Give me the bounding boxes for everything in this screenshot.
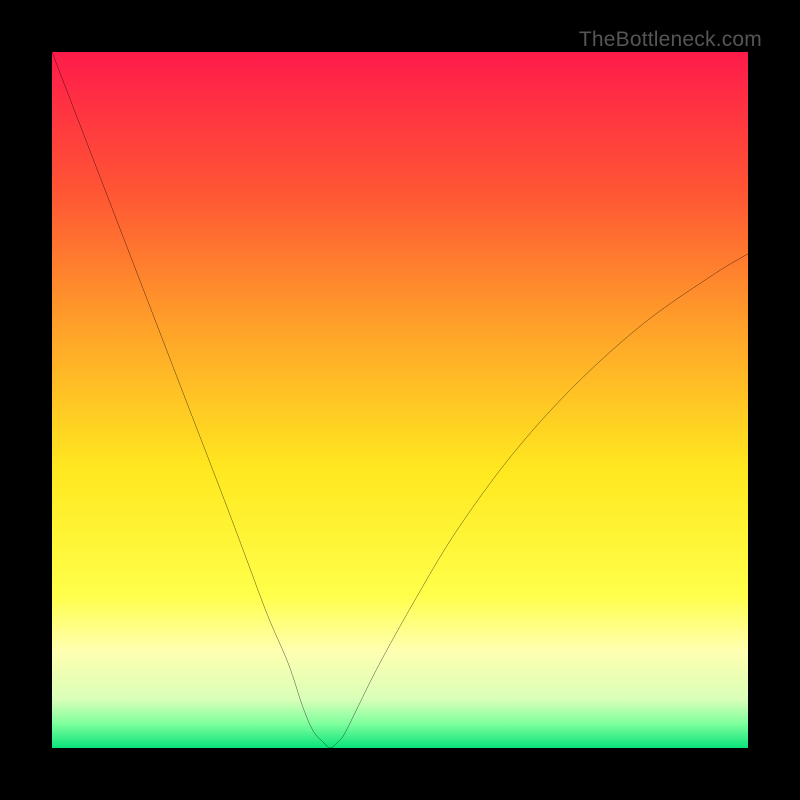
watermark-text: TheBottleneck.com [579, 28, 762, 52]
bottleneck-curve [52, 52, 748, 748]
curve-layer [52, 52, 748, 748]
chart-frame: TheBottleneck.com [0, 0, 800, 800]
plot-area [52, 52, 748, 748]
